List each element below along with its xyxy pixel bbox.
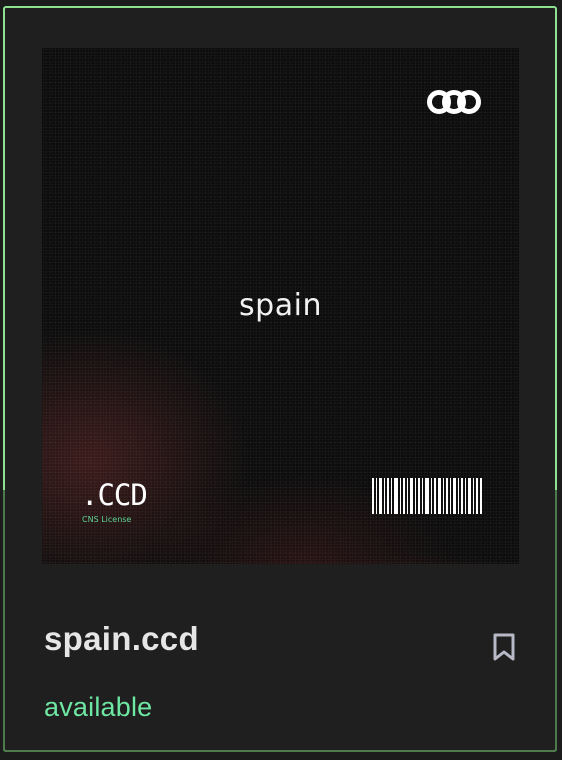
barcode-icon xyxy=(372,478,482,514)
availability-status: available xyxy=(44,692,153,722)
artwork-domain-label: spain xyxy=(239,288,322,323)
bookmark-icon[interactable] xyxy=(491,632,517,662)
domain-name-title[interactable]: spain.ccd xyxy=(44,620,199,658)
domain-card[interactable]: spain .CCD CNS License spain.ccd availab… xyxy=(3,6,557,752)
artwork-tld-label: .CCD xyxy=(81,478,148,512)
interlocked-rings-icon xyxy=(427,90,481,114)
license-label: CNS License xyxy=(82,515,132,524)
domain-artwork[interactable]: spain .CCD CNS License xyxy=(42,48,519,564)
